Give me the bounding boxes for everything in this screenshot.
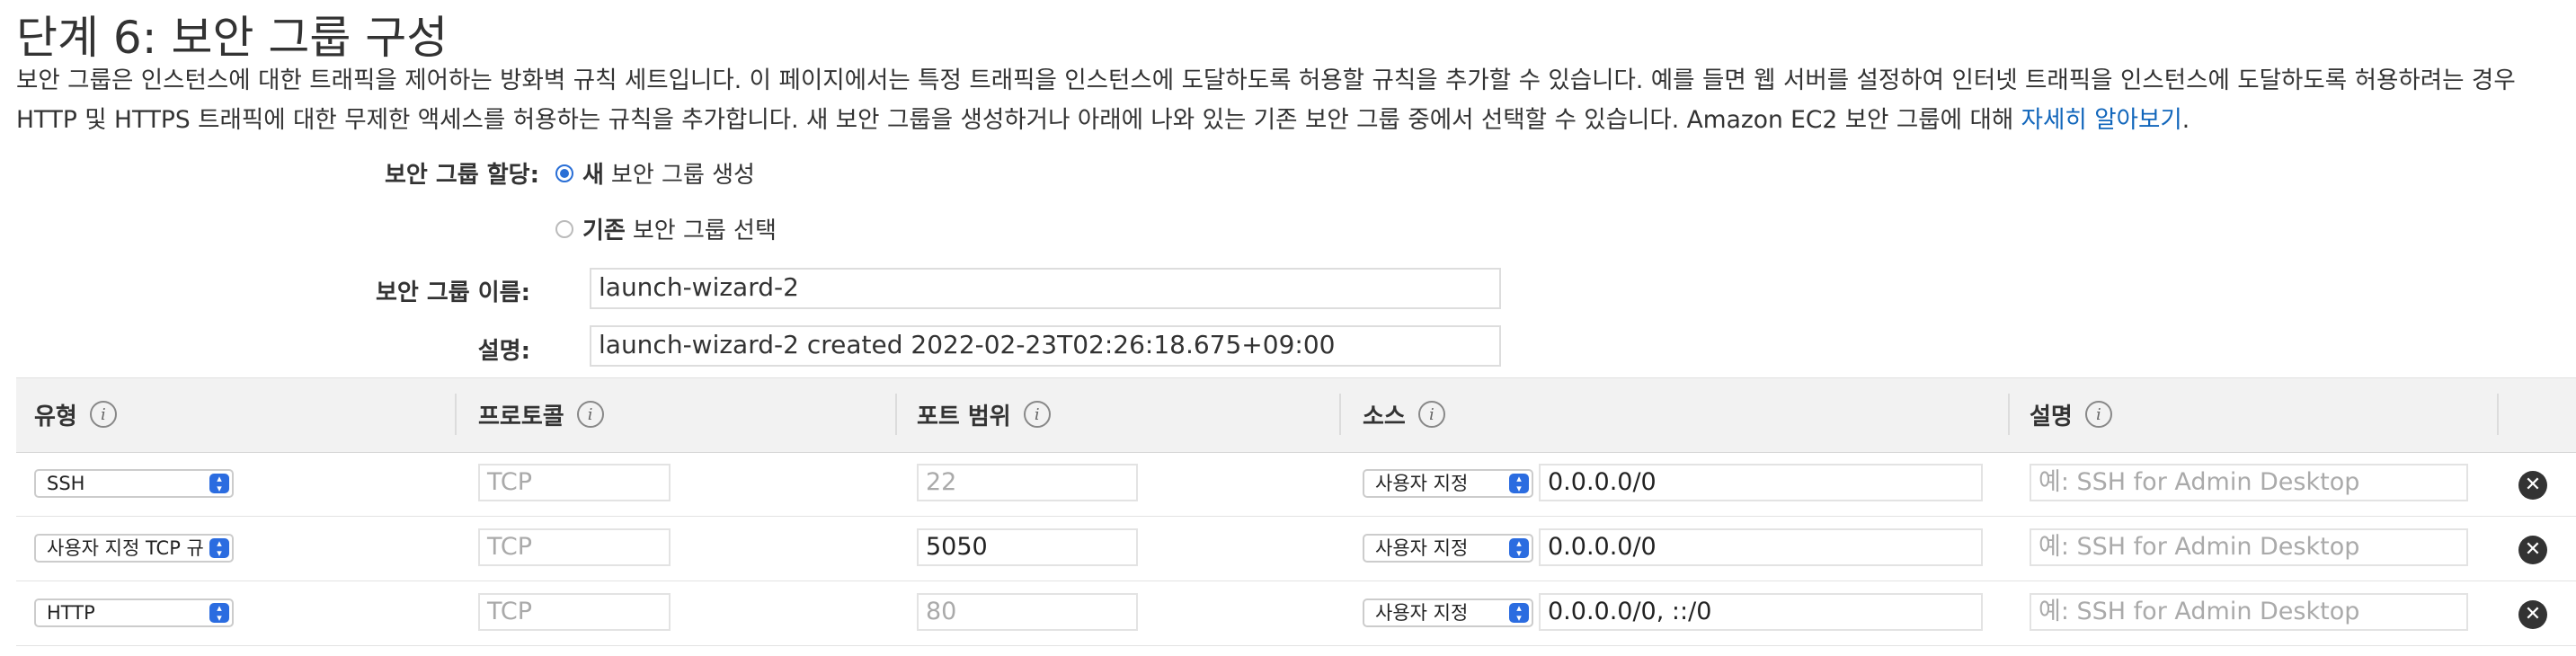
close-circle-icon[interactable]: ✕ bbox=[2518, 471, 2547, 500]
rule-description-input[interactable]: 예: SSH for Admin Desktop bbox=[2030, 464, 2468, 501]
info-icon[interactable]: i bbox=[89, 401, 117, 428]
rule-port-range-field: 80 bbox=[917, 593, 1138, 631]
radio-existing-security-group[interactable]: 기존 보안 그룹 선택 bbox=[555, 212, 777, 245]
header-description-label: 설명 bbox=[2030, 403, 2073, 430]
rule-source-mode: 사용자 지정 bbox=[1375, 602, 1469, 624]
rule-source-mode: 사용자 지정 bbox=[1375, 473, 1469, 494]
description-end: . bbox=[2181, 106, 2190, 134]
header-type: 유형 i bbox=[34, 377, 117, 451]
chevron-updown-icon: ▴ ▾ bbox=[209, 538, 229, 558]
header-source-label: 소스 bbox=[1363, 403, 1406, 430]
option-existing-bold: 기존 bbox=[582, 217, 626, 244]
rule-type-select[interactable]: HTTP ▴ ▾ bbox=[34, 598, 234, 627]
rule-port-range-input[interactable]: 5050 bbox=[917, 528, 1138, 566]
column-divider bbox=[1339, 394, 1341, 435]
rule-protocol-field: TCP bbox=[478, 593, 671, 631]
chevron-updown-icon: ▴ ▾ bbox=[1509, 603, 1529, 623]
radio-new-security-group[interactable]: 새 보안 그룹 생성 bbox=[555, 156, 755, 190]
column-divider bbox=[895, 394, 897, 435]
learn-more-link[interactable]: 자세히 알아보기 bbox=[2021, 106, 2182, 134]
security-group-description-input[interactable]: launch-wizard-2 created 2022-02-23T02:26… bbox=[590, 325, 1501, 367]
rule-source-cidr-input[interactable]: 0.0.0.0/0, ::/0 bbox=[1539, 593, 1983, 631]
rule-source-select[interactable]: 사용자 지정 ▴ ▾ bbox=[1363, 534, 1533, 563]
header-port-range: 포트 범위 i bbox=[917, 377, 1051, 451]
column-divider bbox=[2008, 394, 2010, 435]
header-description: 설명 i bbox=[2030, 377, 2112, 451]
option-new-label: 보안 그룹 생성 bbox=[610, 162, 755, 189]
radio-button-checked[interactable] bbox=[555, 164, 573, 182]
header-protocol-label: 프로토콜 bbox=[478, 403, 564, 430]
info-icon[interactable]: i bbox=[2084, 401, 2112, 428]
info-icon[interactable]: i bbox=[576, 401, 604, 428]
chevron-updown-icon: ▴ ▾ bbox=[209, 474, 229, 493]
header-source: 소스 i bbox=[1363, 377, 1445, 451]
row-divider bbox=[16, 645, 2576, 646]
rule-description-input[interactable]: 예: SSH for Admin Desktop bbox=[2030, 593, 2468, 631]
rule-source-mode: 사용자 지정 bbox=[1375, 537, 1469, 559]
rule-protocol-field: TCP bbox=[478, 528, 671, 566]
rule-source-cidr-input[interactable]: 0.0.0.0/0 bbox=[1539, 528, 1983, 566]
radio-button-unchecked[interactable] bbox=[555, 219, 573, 238]
close-circle-icon[interactable]: ✕ bbox=[2518, 600, 2547, 629]
rule-source-select[interactable]: 사용자 지정 ▴ ▾ bbox=[1363, 598, 1533, 627]
rule-type-value: 사용자 지정 TCP 규 bbox=[47, 537, 204, 559]
column-divider bbox=[455, 394, 457, 435]
rule-port-range-field: 22 bbox=[917, 464, 1138, 501]
info-icon[interactable]: i bbox=[1417, 401, 1445, 428]
rule-type-select[interactable]: 사용자 지정 TCP 규 ▴ ▾ bbox=[34, 534, 234, 563]
close-circle-icon[interactable]: ✕ bbox=[2518, 536, 2547, 564]
rule-type-value: HTTP bbox=[47, 602, 95, 624]
rule-type-value: SSH bbox=[47, 473, 85, 494]
header-type-label: 유형 bbox=[34, 403, 77, 430]
rule-description-input[interactable]: 예: SSH for Admin Desktop bbox=[2030, 528, 2468, 566]
header-protocol: 프로토콜 i bbox=[478, 377, 604, 451]
chevron-updown-icon: ▴ ▾ bbox=[209, 603, 229, 623]
assign-security-group-label: 보안 그룹 할당: bbox=[384, 162, 539, 189]
header-port-range-label: 포트 범위 bbox=[917, 403, 1011, 430]
security-group-name-label: 보안 그룹 이름: bbox=[375, 279, 530, 306]
rule-source-select[interactable]: 사용자 지정 ▴ ▾ bbox=[1363, 469, 1533, 498]
rule-type-select[interactable]: SSH ▴ ▾ bbox=[34, 469, 234, 498]
row-divider bbox=[16, 516, 2576, 517]
column-divider bbox=[2497, 394, 2499, 435]
option-existing-label: 보안 그룹 선택 bbox=[632, 217, 777, 244]
security-group-description-label: 설명: bbox=[477, 338, 530, 365]
page-description: 보안 그룹은 인스턴스에 대한 트래픽을 제어하는 방화벽 규칙 세트입니다. … bbox=[16, 61, 2560, 140]
page-title: 단계 6: 보안 그룹 구성 bbox=[16, 12, 449, 64]
chevron-updown-icon: ▴ ▾ bbox=[1509, 474, 1529, 493]
rule-protocol-field: TCP bbox=[478, 464, 671, 501]
rules-table-header bbox=[16, 377, 2576, 453]
rule-source-cidr-input[interactable]: 0.0.0.0/0 bbox=[1539, 464, 1983, 501]
info-icon[interactable]: i bbox=[1023, 401, 1051, 428]
chevron-updown-icon: ▴ ▾ bbox=[1509, 538, 1529, 558]
security-group-name-input[interactable]: launch-wizard-2 bbox=[590, 268, 1501, 309]
option-new-bold: 새 bbox=[582, 162, 604, 189]
